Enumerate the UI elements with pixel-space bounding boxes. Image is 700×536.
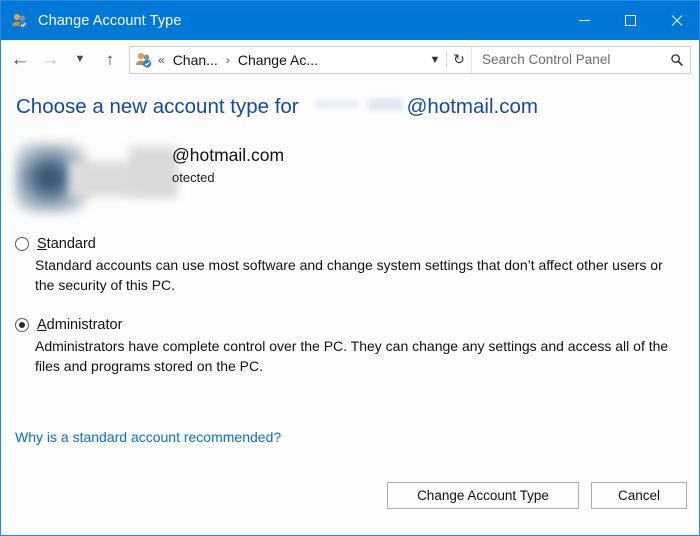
chevron-down-icon: ▼ xyxy=(429,53,441,66)
option-administrator-label-rest: dministrator xyxy=(46,316,123,333)
chevron-down-icon: ▼ xyxy=(74,53,86,65)
account-name: @hotmail.com xyxy=(172,145,285,165)
recent-locations-button[interactable]: ▼ xyxy=(65,45,95,75)
maximize-icon xyxy=(624,15,636,26)
option-administrator-label: Administrator xyxy=(37,317,122,333)
breadcrumb-separator-icon[interactable]: › xyxy=(226,53,230,67)
refresh-button[interactable]: ↻ xyxy=(447,48,471,72)
redacted-username-blur xyxy=(313,91,405,113)
window-title: Change Account Type xyxy=(38,12,182,29)
account-text-block: @hotmail.com otected xyxy=(172,145,284,185)
why-standard-account-link[interactable]: Why is a standard account recommended? xyxy=(15,429,281,445)
option-standard[interactable]: Standard Standard accounts can use most … xyxy=(15,234,685,296)
address-bar[interactable]: « Chan... › Change Ac... ▼ ↻ xyxy=(129,45,471,74)
search-input[interactable] xyxy=(472,51,664,68)
minimize-button[interactable] xyxy=(561,1,607,40)
account-summary: @hotmail.com otected xyxy=(9,139,339,223)
navigation-bar: ← → ▼ ↑ « Chan... › Change Ac... ▼ ↻ Sea… xyxy=(1,40,699,79)
arrow-up-icon: ↑ xyxy=(105,50,115,69)
refresh-icon: ↻ xyxy=(453,51,465,67)
up-button[interactable]: ↑ xyxy=(95,45,125,75)
close-icon xyxy=(670,14,683,27)
breadcrumb-overflow[interactable]: « xyxy=(158,53,165,67)
account-type-options: Standard Standard accounts can use most … xyxy=(15,234,685,377)
address-dropdown-button[interactable]: ▼ xyxy=(424,48,446,72)
search-box[interactable] xyxy=(471,45,691,74)
search-icon[interactable] xyxy=(664,48,690,72)
option-standard-header[interactable]: Standard xyxy=(15,234,685,254)
dialog-buttons: Change Account Type Cancel xyxy=(387,482,687,509)
page-title: Choose a new account type for @hotmail.c… xyxy=(16,91,538,119)
users-icon xyxy=(11,12,29,30)
option-standard-label-rest: tandard xyxy=(46,236,96,252)
close-button[interactable] xyxy=(653,1,699,40)
page-title-prefix: Choose a new account type for xyxy=(16,95,299,118)
breadcrumb-item-0[interactable]: Chan... xyxy=(171,51,220,69)
back-button[interactable]: ← xyxy=(5,45,35,75)
cancel-button[interactable]: Cancel xyxy=(591,482,687,509)
option-administrator-header[interactable]: Administrator xyxy=(15,315,685,335)
breadcrumb-users-icon xyxy=(135,51,153,69)
radio-standard[interactable] xyxy=(15,237,29,251)
avatar xyxy=(9,139,177,217)
option-standard-description: Standard accounts can use most software … xyxy=(35,257,663,293)
change-account-type-window: Change Account Type ← → ▼ ↑ « Chan... › … xyxy=(0,0,700,536)
page-title-suffix: @hotmail.com xyxy=(406,95,538,118)
arrow-right-icon: → xyxy=(40,49,60,70)
account-password-status: otected xyxy=(172,170,215,185)
content-pane: Choose a new account type for @hotmail.c… xyxy=(1,79,699,535)
accelerator-letter: A xyxy=(37,316,47,333)
forward-button[interactable]: → xyxy=(35,45,65,75)
arrow-left-icon: ← xyxy=(10,49,30,70)
breadcrumb-item-1[interactable]: Change Ac... xyxy=(236,51,320,69)
option-administrator[interactable]: Administrator Administrators have comple… xyxy=(15,315,685,377)
minimize-icon xyxy=(578,20,590,21)
radio-administrator[interactable] xyxy=(15,317,29,332)
maximize-button[interactable] xyxy=(607,1,653,40)
caption-button-group xyxy=(561,1,699,40)
option-administrator-description: Administrators have complete control ove… xyxy=(35,337,669,374)
option-standard-label: Standard xyxy=(37,236,96,252)
accelerator-letter: S xyxy=(37,236,47,252)
title-bar[interactable]: Change Account Type xyxy=(1,1,699,40)
change-account-type-button[interactable]: Change Account Type xyxy=(387,482,579,509)
